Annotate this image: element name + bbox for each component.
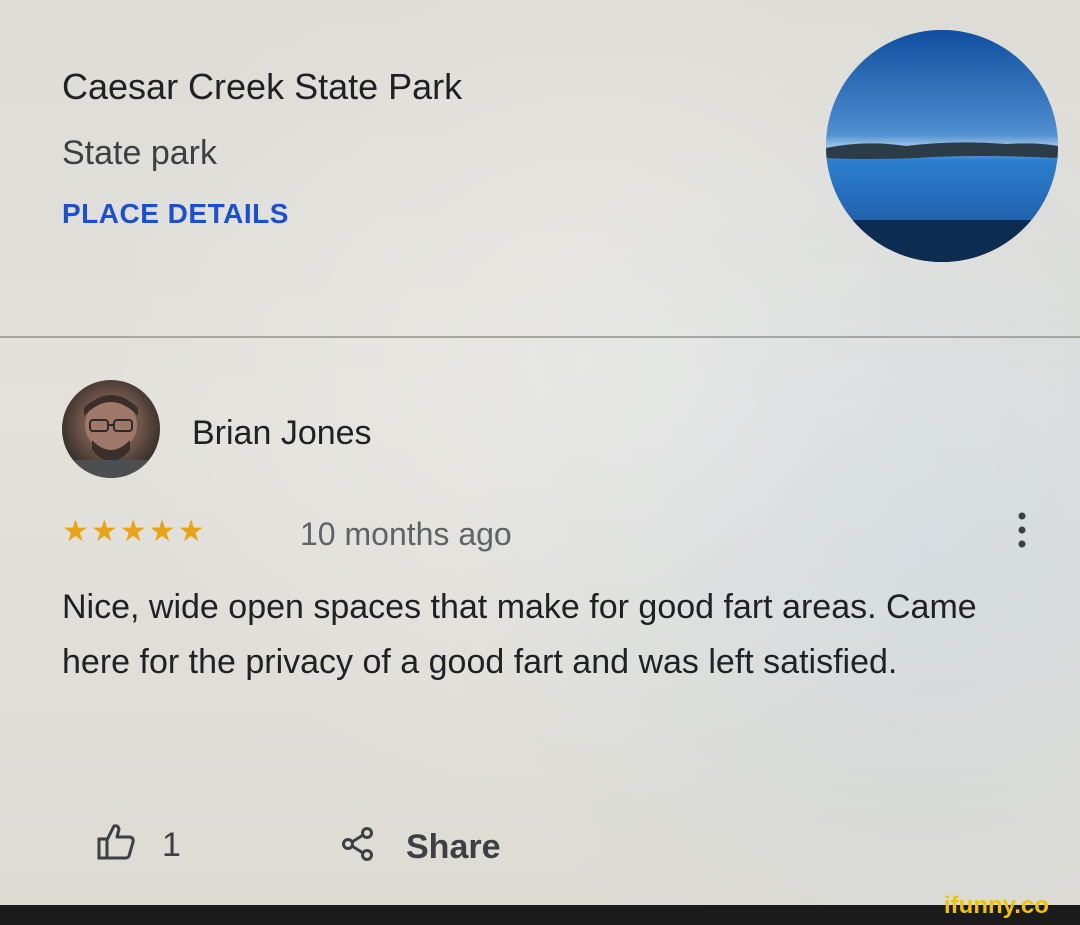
share-button[interactable]: Share: [406, 828, 501, 867]
review-text: Nice, wide open spaces that make for goo…: [62, 588, 977, 681]
star-rating: ★★★★★: [62, 515, 207, 548]
bottom-bar: [0, 905, 1080, 925]
more-vert-icon[interactable]: [1012, 508, 1032, 552]
share-icon[interactable]: [340, 826, 376, 862]
section-divider: [0, 336, 1080, 338]
watermark-text: ifunny.co: [944, 892, 1049, 919]
thumbs-up-icon[interactable]: [96, 822, 136, 862]
like-count: 1: [162, 826, 181, 864]
lake-landscape-image: [826, 30, 1058, 262]
review-timestamp: 10 months ago: [300, 516, 512, 552]
screen: Caesar Creek State Park State park PLACE…: [0, 0, 1080, 905]
place-title: Caesar Creek State Park: [62, 66, 463, 107]
place-category: State park: [62, 134, 217, 172]
place-photo[interactable]: [826, 30, 1058, 262]
more-vert-glyph: [1018, 512, 1026, 548]
place-details-link[interactable]: PLACE DETAILS: [62, 198, 289, 230]
thumbs-up-glyph: [97, 824, 135, 860]
reviewer-avatar[interactable]: [62, 380, 160, 478]
avatar-face-image: [62, 395, 160, 478]
reviewer-name[interactable]: Brian Jones: [192, 414, 372, 453]
share-glyph: [342, 827, 373, 861]
